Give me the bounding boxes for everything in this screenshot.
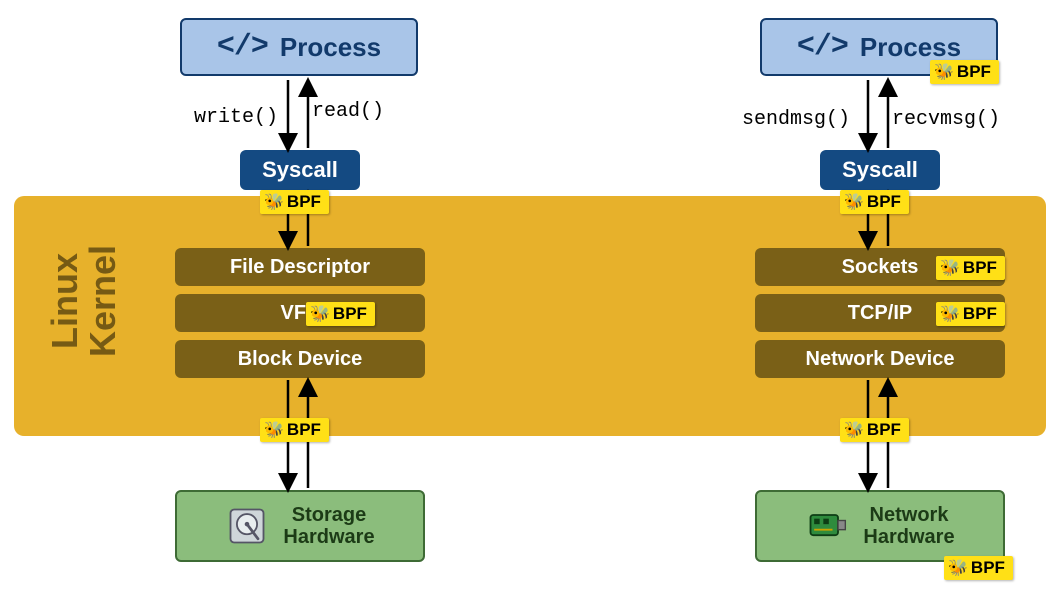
- netdev-label: Network Device: [806, 348, 955, 371]
- bpf-text: BPF: [963, 304, 997, 324]
- storage-hw-line1: Storage: [283, 504, 374, 526]
- bpf-badge: 🐝BPF: [260, 418, 329, 442]
- storage-hardware-box: Storage Hardware: [175, 490, 425, 562]
- bpf-text: BPF: [287, 420, 321, 440]
- syscall-label-left: Syscall: [262, 157, 338, 183]
- process-box-left: </> Process: [180, 18, 418, 76]
- block-label: Block Device: [238, 348, 363, 371]
- bee-icon: 🐝: [844, 420, 864, 440]
- bpf-badge: 🐝BPF: [936, 302, 1005, 326]
- bpf-text: BPF: [867, 192, 901, 212]
- storage-hw-line2: Hardware: [283, 526, 374, 548]
- syscall-box-left: Syscall: [240, 150, 360, 190]
- nic-icon: [805, 504, 849, 548]
- bee-icon: 🐝: [934, 62, 954, 82]
- bpf-badge: 🐝BPF: [930, 60, 999, 84]
- sockets-label: Sockets: [842, 256, 919, 279]
- bee-icon: 🐝: [940, 258, 960, 278]
- tcpip-label: TCP/IP: [848, 302, 912, 325]
- vfs-box: VFS: [175, 294, 425, 332]
- block-device-box: Block Device: [175, 340, 425, 378]
- network-hw-line2: Hardware: [863, 526, 954, 548]
- file-descriptor-box: File Descriptor: [175, 248, 425, 286]
- bee-icon: 🐝: [948, 558, 968, 578]
- process-label-right: Process: [860, 32, 961, 63]
- read-label: read(): [312, 100, 384, 123]
- disk-icon: [225, 504, 269, 548]
- fd-label: File Descriptor: [230, 256, 370, 279]
- bpf-text: BPF: [963, 258, 997, 278]
- bpf-text: BPF: [867, 420, 901, 440]
- code-icon: </>: [217, 30, 268, 64]
- network-device-box: Network Device: [755, 340, 1005, 378]
- bpf-text: BPF: [971, 558, 1005, 578]
- bpf-badge: 🐝BPF: [936, 256, 1005, 280]
- bpf-badge: 🐝BPF: [944, 556, 1013, 580]
- linux-kernel-label: Linux Kernel: [46, 245, 122, 357]
- bpf-badge: 🐝BPF: [840, 190, 909, 214]
- bee-icon: 🐝: [264, 192, 284, 212]
- bpf-text: BPF: [333, 304, 367, 324]
- network-hardware-box: Network Hardware: [755, 490, 1005, 562]
- syscall-label-right: Syscall: [842, 157, 918, 183]
- sendmsg-label: sendmsg(): [742, 108, 850, 131]
- bpf-text: BPF: [957, 62, 991, 82]
- bpf-badge: 🐝BPF: [260, 190, 329, 214]
- bee-icon: 🐝: [264, 420, 284, 440]
- process-label-left: Process: [280, 32, 381, 63]
- bee-icon: 🐝: [940, 304, 960, 324]
- kernel-text-line1: Linux Kernel: [44, 245, 123, 357]
- code-icon: </>: [797, 30, 848, 64]
- syscall-box-right: Syscall: [820, 150, 940, 190]
- bpf-badge: 🐝BPF: [306, 302, 375, 326]
- diagram: { "kernel_label": "Linux\nKernel", "left…: [0, 0, 1060, 602]
- bee-icon: 🐝: [310, 304, 330, 324]
- bpf-text: BPF: [287, 192, 321, 212]
- bee-icon: 🐝: [844, 192, 864, 212]
- network-hw-line1: Network: [863, 504, 954, 526]
- write-label: write(): [194, 106, 278, 129]
- bpf-badge: 🐝BPF: [840, 418, 909, 442]
- recvmsg-label: recvmsg(): [892, 108, 1000, 131]
